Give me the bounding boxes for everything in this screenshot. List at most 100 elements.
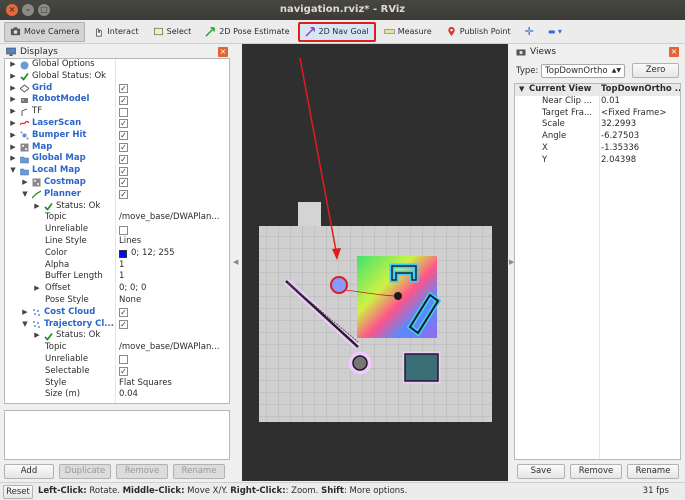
display-row-value[interactable]: Flat Squares <box>119 378 172 390</box>
display-enabled-checkbox[interactable] <box>119 355 128 365</box>
expand-arrow-icon[interactable]: ▶ <box>9 59 17 71</box>
add-tool-button[interactable]: ✛ <box>519 22 540 42</box>
display-enabled-checkbox[interactable]: ✓ <box>119 119 128 129</box>
display-row[interactable]: Unreliable <box>5 224 229 236</box>
display-row[interactable]: Line Style Lines <box>5 236 229 248</box>
display-enabled-checkbox[interactable]: ✓ <box>119 367 128 377</box>
collapse-arrow-icon[interactable]: ▼ <box>9 165 17 177</box>
display-row-value[interactable]: Lines <box>119 236 141 248</box>
display-enabled-checkbox[interactable]: ✓ <box>119 320 128 330</box>
save-view-button[interactable]: Save <box>517 464 565 479</box>
display-row[interactable]: Selectable ✓ <box>5 366 229 378</box>
display-row[interactable]: ▼ Trajectory Cl... ✓ <box>5 319 229 331</box>
display-row[interactable]: Color 0; 12; 255 <box>5 248 229 260</box>
display-row[interactable]: ▶ Map ✓ <box>5 142 229 154</box>
expand-arrow-icon[interactable]: ▶ <box>33 201 41 213</box>
expand-arrow-icon[interactable]: ▶ <box>9 142 17 154</box>
view-prop-value[interactable]: 32.2993 <box>601 119 636 131</box>
expand-arrow-icon[interactable]: ▶ <box>33 330 41 342</box>
select-tool[interactable]: Select <box>147 22 198 42</box>
zero-view-button[interactable]: Zero <box>632 63 679 78</box>
interact-tool[interactable]: Interact <box>87 22 144 42</box>
expand-arrow-icon[interactable]: ▶ <box>9 106 17 118</box>
display-row-value[interactable]: /move_base/DWAPlan... <box>119 342 219 354</box>
display-row[interactable]: Size (m) 0.04 <box>5 389 229 401</box>
display-row[interactable]: Topic/move_base/DWAPlan... <box>5 342 229 354</box>
add-display-button[interactable]: Add <box>4 464 54 479</box>
duplicate-display-button[interactable]: Duplicate <box>59 464 111 479</box>
reset-button[interactable]: Reset <box>3 485 33 499</box>
display-row[interactable]: ▶ Grid ✓ <box>5 83 229 95</box>
current-view-row[interactable]: ▼ Current View TopDownOrtho ... <box>515 84 680 96</box>
display-row[interactable]: ▶ Status: Ok <box>5 330 229 342</box>
display-row[interactable]: ▶ Bumper Hit ✓ <box>5 130 229 142</box>
window-maximize-button[interactable]: □ <box>38 4 50 16</box>
rename-display-button[interactable]: Rename <box>173 464 225 479</box>
view-prop-row[interactable]: Scale 32.2993 <box>515 119 680 131</box>
remove-view-button[interactable]: Remove <box>570 464 622 479</box>
display-enabled-checkbox[interactable]: ✓ <box>119 190 128 200</box>
window-close-button[interactable]: × <box>6 4 18 16</box>
display-row-value[interactable]: 0.04 <box>119 389 138 401</box>
display-row[interactable]: Pose Style None <box>5 295 229 307</box>
display-row-value[interactable]: /move_base/DWAPlan... <box>119 212 219 224</box>
view-prop-row[interactable]: Target Fra... <Fixed Frame> <box>515 108 680 120</box>
view-prop-row[interactable]: Near Clip ... 0.01 <box>515 96 680 108</box>
view-prop-row[interactable]: Y 2.04398 <box>515 155 680 167</box>
view-prop-row[interactable]: Angle -6.27503 <box>515 131 680 143</box>
display-row[interactable]: Alpha 1 <box>5 260 229 272</box>
expand-arrow-icon[interactable]: ▶ <box>33 283 41 295</box>
display-row[interactable]: ▶ Offset 0; 0; 0 <box>5 283 229 295</box>
display-enabled-checkbox[interactable]: ✓ <box>119 154 128 164</box>
display-row[interactable]: ▶ Status: Ok <box>5 201 229 213</box>
publish-point-tool[interactable]: Publish Point <box>440 22 517 42</box>
expand-arrow-icon[interactable]: ▶ <box>9 71 17 83</box>
display-row[interactable]: ▶ Costmap ✓ <box>5 177 229 189</box>
collapse-arrow-icon[interactable]: ▼ <box>21 189 29 201</box>
remove-tool-button[interactable]: ▬ ▾ <box>542 22 568 42</box>
expand-arrow-icon[interactable]: ▶ <box>21 307 29 319</box>
color-swatch[interactable] <box>119 249 127 258</box>
pose-estimate-tool[interactable]: 2D Pose Estimate <box>199 22 295 42</box>
display-row[interactable]: ▼ Planner ✓ <box>5 189 229 201</box>
display-enabled-checkbox[interactable] <box>119 225 128 235</box>
display-row[interactable]: Unreliable <box>5 354 229 366</box>
window-minimize-button[interactable]: – <box>22 4 34 16</box>
display-row[interactable]: ▶ Global Options <box>5 59 229 71</box>
view-prop-value[interactable]: 0.01 <box>601 96 620 108</box>
render-viewport[interactable] <box>242 44 508 481</box>
view-prop-value[interactable]: -6.27503 <box>601 131 639 143</box>
map-render[interactable] <box>242 44 508 481</box>
display-enabled-checkbox[interactable]: ✓ <box>119 166 128 176</box>
view-type-select[interactable]: TopDownOrtho ▲▼ <box>541 64 625 78</box>
expand-arrow-icon[interactable]: ▶ <box>9 83 17 95</box>
measure-tool[interactable]: Measure <box>378 22 438 42</box>
expand-arrow-icon[interactable]: ▶ <box>9 153 17 165</box>
left-splitter-arrow[interactable]: ◀ <box>233 258 238 266</box>
display-row[interactable]: ▶ Cost Cloud ✓ <box>5 307 229 319</box>
expand-arrow-icon[interactable]: ▶ <box>9 118 17 130</box>
display-enabled-checkbox[interactable]: ✓ <box>119 95 128 105</box>
display-row[interactable]: ▶ TF <box>5 106 229 118</box>
display-row[interactable]: ▶ RobotModel ✓ <box>5 94 229 106</box>
display-row[interactable]: ▶ LaserScan ✓ <box>5 118 229 130</box>
displays-close-button[interactable]: × <box>218 47 228 57</box>
display-enabled-checkbox[interactable]: ✓ <box>119 308 128 318</box>
display-enabled-checkbox[interactable]: ✓ <box>119 143 128 153</box>
display-row[interactable]: Topic/move_base/DWAPlan... <box>5 212 229 224</box>
display-row[interactable]: Style Flat Squares <box>5 378 229 390</box>
move-camera-tool[interactable]: Move Camera <box>4 21 86 42</box>
view-prop-value[interactable]: <Fixed Frame> <box>601 108 666 120</box>
display-enabled-checkbox[interactable]: ✓ <box>119 131 128 141</box>
expand-arrow-icon[interactable]: ▶ <box>21 177 29 189</box>
display-row[interactable]: ▼ Local Map ✓ <box>5 165 229 177</box>
collapse-arrow-icon[interactable]: ▼ <box>21 319 29 331</box>
display-row-value[interactable]: 1 <box>119 271 124 283</box>
display-row[interactable]: ▶ Global Map ✓ <box>5 153 229 165</box>
display-row[interactable]: Buffer Length 1 <box>5 271 229 283</box>
display-row-value[interactable]: None <box>119 295 141 307</box>
view-prop-value[interactable]: -1.35336 <box>601 143 639 155</box>
display-row-value[interactable]: 1 <box>119 260 124 272</box>
nav-goal-tool[interactable]: 2D Nav Goal <box>297 21 376 42</box>
display-enabled-checkbox[interactable]: ✓ <box>119 178 128 188</box>
